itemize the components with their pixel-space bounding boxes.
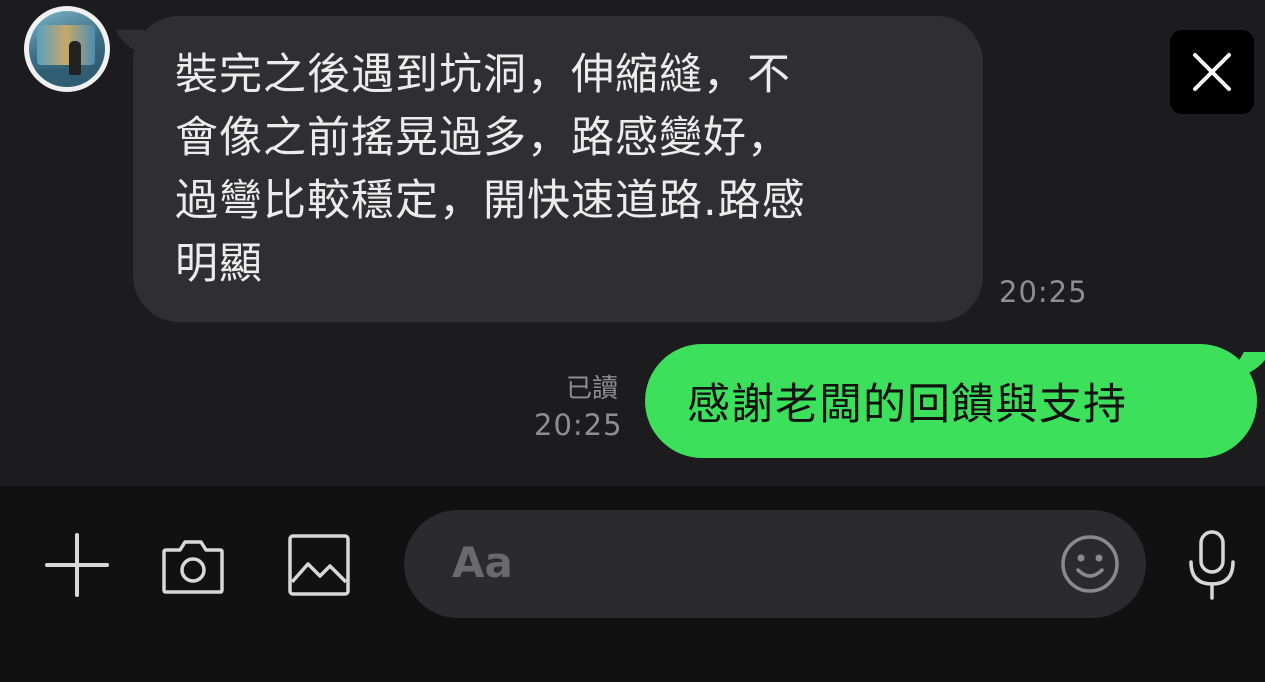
- avatar-photo: [29, 11, 105, 87]
- voice-button[interactable]: [1180, 526, 1244, 606]
- composer-toolbar: Aa: [0, 486, 1265, 682]
- emoji-button[interactable]: [1058, 532, 1122, 596]
- gallery-button[interactable]: [284, 530, 354, 600]
- outgoing-message-time: 20:25: [534, 408, 623, 442]
- message-input[interactable]: Aa: [404, 510, 1146, 618]
- read-receipt: 已讀: [566, 374, 619, 404]
- microphone-icon: [1189, 530, 1235, 600]
- message-list[interactable]: 裝完之後遇到坑洞，伸縮縫，不 會像之前搖晃過多，路感變好， 過彎比較穩定，開快速…: [0, 0, 1265, 486]
- plus-icon: [45, 533, 109, 597]
- image-icon: [288, 534, 350, 596]
- sender-avatar[interactable]: [24, 6, 110, 92]
- outgoing-message-text: 感謝老闆的回饋與支持: [687, 380, 1127, 430]
- smiley-icon: [1061, 535, 1119, 593]
- add-button[interactable]: [42, 530, 112, 600]
- chat-screen: 裝完之後遇到坑洞，伸縮縫，不 會像之前搖晃過多，路感變好， 過彎比較穩定，開快速…: [0, 0, 1265, 682]
- message-input-placeholder: Aa: [452, 538, 513, 587]
- incoming-message-text: 裝完之後遇到坑洞，伸縮縫，不 會像之前搖晃過多，路感變好， 過彎比較穩定，開快速…: [175, 50, 806, 289]
- camera-icon: [162, 540, 224, 594]
- outgoing-message-bubble[interactable]: 感謝老闆的回饋與支持: [645, 344, 1257, 458]
- camera-button[interactable]: [158, 530, 228, 600]
- incoming-message-time: 20:25: [999, 275, 1088, 309]
- close-icon: [1193, 53, 1231, 91]
- incoming-message-bubble[interactable]: 裝完之後遇到坑洞，伸縮縫，不 會像之前搖晃過多，路感變好， 過彎比較穩定，開快速…: [133, 16, 983, 322]
- close-button[interactable]: [1170, 30, 1254, 114]
